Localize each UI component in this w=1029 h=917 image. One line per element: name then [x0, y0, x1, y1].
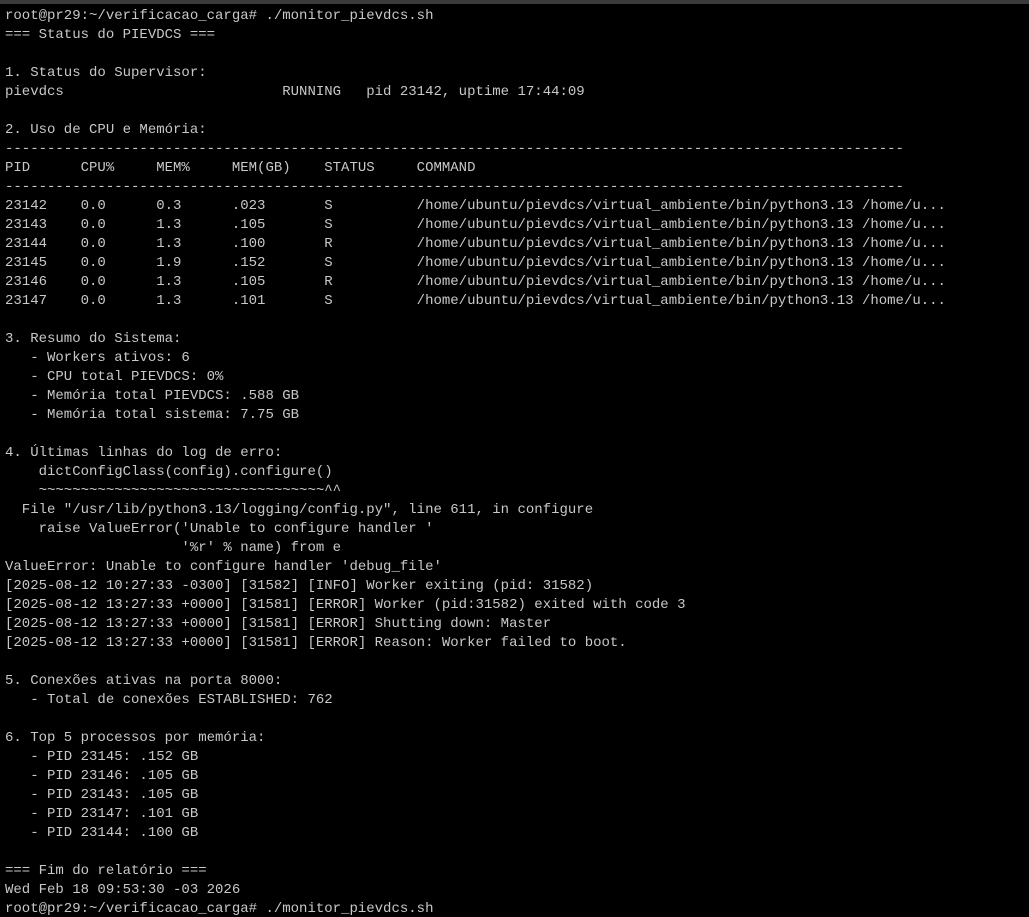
terminal-line: ~~~~~~~~~~~~~~~~~~~~~~~~~~~~~~~~~~^^ [5, 483, 342, 499]
terminal-line: - PID 23146: .105 GB [5, 768, 199, 784]
terminal-line: - Total de conexões ESTABLISHED: 762 [5, 692, 333, 708]
terminal-line: 23146 0.0 1.3 .105 R /home/ubuntu/pievdc… [5, 274, 946, 290]
terminal-line: [2025-08-12 13:27:33 +0000] [31581] [ERR… [5, 635, 627, 651]
terminal-line: dictConfigClass(config).configure() [5, 464, 333, 480]
terminal-line: - CPU total PIEVDCS: 0% [5, 369, 224, 385]
terminal-line: root@pr29:~/verificacao_carga# ./monitor… [5, 8, 434, 24]
terminal-line: 2. Uso de CPU e Memória: [5, 122, 207, 138]
terminal-line: root@pr29:~/verificacao_carga# ./monitor… [5, 901, 434, 917]
terminal-line: 1. Status do Supervisor: [5, 65, 207, 81]
terminal-output[interactable]: root@pr29:~/verificacao_carga# ./monitor… [5, 7, 1029, 917]
terminal-line: === Fim do relatório === [5, 863, 207, 879]
terminal-line: 23147 0.0 1.3 .101 S /home/ubuntu/pievdc… [5, 293, 946, 309]
terminal-line: 23144 0.0 1.3 .100 R /home/ubuntu/pievdc… [5, 236, 946, 252]
terminal-window[interactable]: root@pr29:~/verificacao_carga# ./monitor… [0, 0, 1029, 917]
terminal-line: 23145 0.0 1.9 .152 S /home/ubuntu/pievdc… [5, 255, 946, 271]
terminal-line: === Status do PIEVDCS === [5, 27, 216, 43]
terminal-line: 5. Conexões ativas na porta 8000: [5, 673, 283, 689]
terminal-line: 3. Resumo do Sistema: [5, 331, 182, 347]
terminal-line: - PID 23144: .100 GB [5, 825, 199, 841]
terminal-line: - PID 23145: .152 GB [5, 749, 199, 765]
terminal-line: '%r' % name) from e [5, 540, 342, 556]
terminal-line: pievdcs RUNNING pid 23142, uptime 17:44:… [5, 84, 585, 100]
terminal-line: - PID 23143: .105 GB [5, 787, 199, 803]
terminal-line: raise ValueError('Unable to configure ha… [5, 521, 434, 537]
terminal-line: 23142 0.0 0.3 .023 S /home/ubuntu/pievdc… [5, 198, 946, 214]
terminal-line: - PID 23147: .101 GB [5, 806, 199, 822]
terminal-line: [2025-08-12 13:27:33 +0000] [31581] [ERR… [5, 616, 552, 632]
terminal-line: 4. Últimas linhas do log de erro: [5, 445, 283, 461]
terminal-line: File "/usr/lib/python3.13/logging/config… [5, 502, 594, 518]
terminal-line: [2025-08-12 10:27:33 -0300] [31582] [INF… [5, 578, 594, 594]
terminal-line: 23143 0.0 1.3 .105 S /home/ubuntu/pievdc… [5, 217, 946, 233]
terminal-line: PID CPU% MEM% MEM(GB) STATUS COMMAND [5, 160, 476, 176]
terminal-line: [2025-08-12 13:27:33 +0000] [31581] [ERR… [5, 597, 686, 613]
terminal-line: - Memória total sistema: 7.75 GB [5, 407, 300, 423]
terminal-line: ----------------------------------------… [5, 179, 904, 195]
terminal-line: Wed Feb 18 09:53:30 -03 2026 [5, 882, 241, 898]
terminal-line: - Memória total PIEVDCS: .588 GB [5, 388, 300, 404]
terminal-line: ValueError: Unable to configure handler … [5, 559, 442, 575]
terminal-line: 6. Top 5 processos por memória: [5, 730, 266, 746]
terminal-line: ----------------------------------------… [5, 141, 904, 157]
terminal-line: - Workers ativos: 6 [5, 350, 190, 366]
